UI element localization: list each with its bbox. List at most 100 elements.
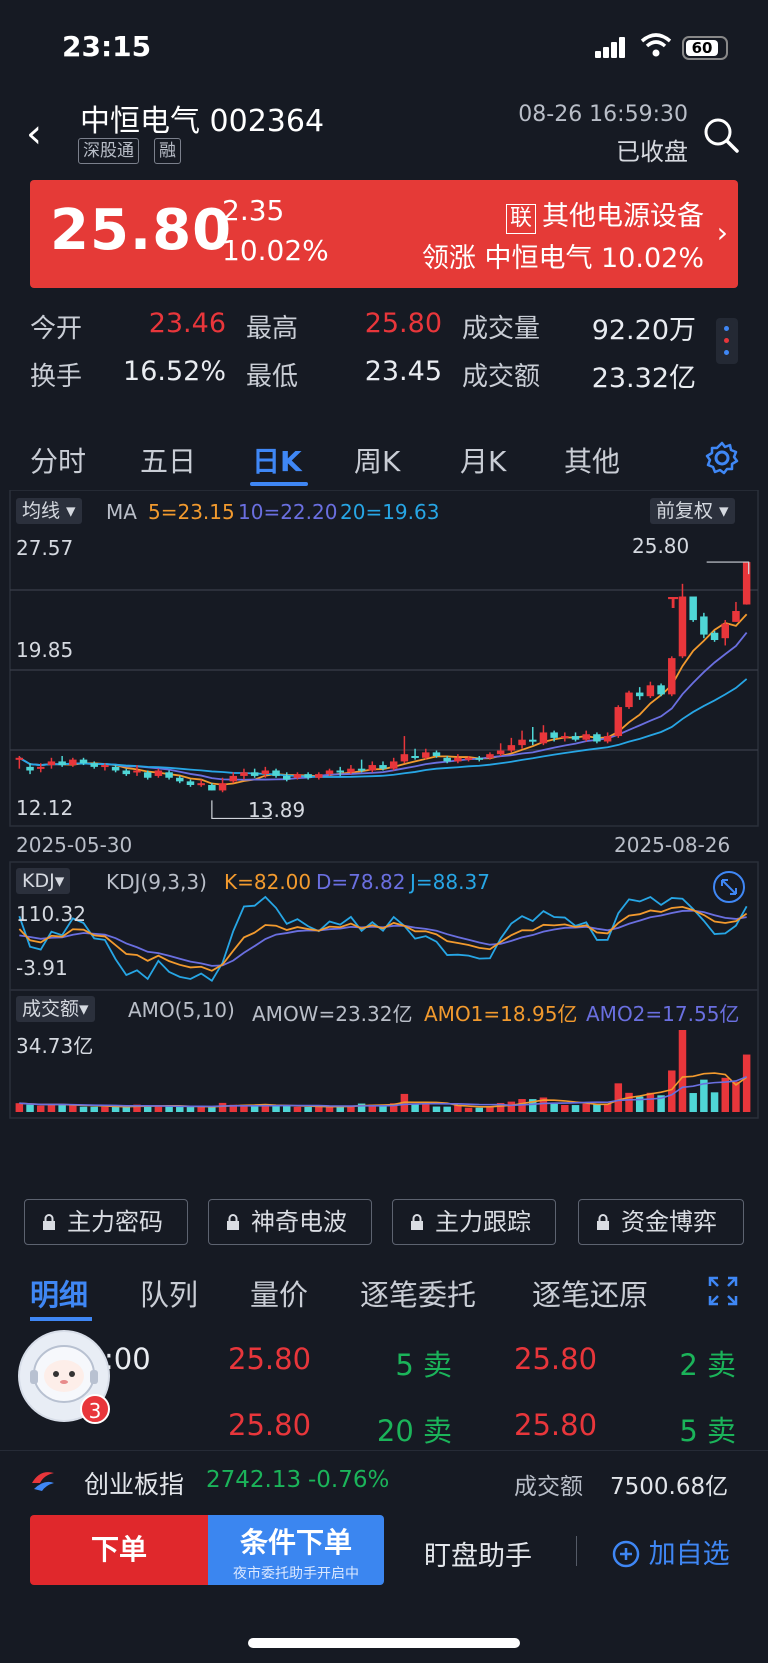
signal-icon — [595, 36, 625, 58]
candle — [432, 752, 441, 756]
tab-daily-k[interactable]: 日K — [252, 440, 302, 480]
candle — [36, 766, 45, 769]
stat-high: 25.80 — [364, 308, 442, 339]
stat-volume: 92.20万 — [591, 315, 696, 346]
candle — [668, 658, 676, 695]
status-bar: 23:15 60 — [0, 0, 768, 90]
candle — [261, 770, 270, 775]
search-icon[interactable] — [702, 116, 740, 154]
candle — [133, 770, 141, 773]
candle — [571, 736, 580, 740]
period-tabs: 分时 五日 日K 周K 月K 其他 — [0, 428, 768, 488]
gear-icon[interactable] — [704, 440, 740, 476]
stat-low: 23.45 — [364, 356, 442, 387]
kline-chart-area[interactable]: 均线 ▾ MA 5=23.15 10=22.20 20=19.63 前复权 ▾ … — [0, 489, 768, 1180]
kdj-dropdown[interactable]: KDJ▾ — [16, 868, 71, 894]
candle — [154, 770, 163, 776]
active-subtab-indicator — [30, 1317, 92, 1321]
price-banner[interactable]: 25.80 2.35 10.02% 联其他电源设备 领涨 中恒电气 10.02%… — [30, 180, 738, 288]
back-button[interactable]: ‹ — [26, 114, 42, 154]
index-ticker[interactable]: 创业板指 2742.13 -0.76% 成交额 7500.68亿 — [0, 1450, 768, 1510]
kdj-j-line — [18, 895, 748, 982]
magic-wave-button[interactable]: 神奇电波 — [208, 1199, 372, 1245]
place-order-button[interactable]: 下单 — [30, 1515, 208, 1585]
main-force-tracking-button[interactable]: 主力跟踪 — [392, 1199, 556, 1245]
index-change: -0.76% — [308, 1467, 390, 1493]
candle — [165, 772, 173, 778]
candle — [293, 774, 302, 778]
tag-margin[interactable]: 融 — [154, 138, 181, 164]
kdj-params: KDJ(9,3,3) — [106, 870, 207, 894]
amo-bar — [197, 1106, 205, 1112]
candle — [678, 596, 687, 657]
candle — [282, 775, 291, 780]
lock-icon — [411, 1214, 423, 1230]
tab-queue[interactable]: 队列 — [140, 1272, 198, 1314]
ma10-value: 10=22.20 — [238, 500, 338, 524]
amo-bar — [186, 1107, 195, 1112]
kdj-j: J=88.37 — [410, 870, 490, 894]
more-stats-icon[interactable] — [716, 318, 738, 364]
tab-other[interactable]: 其他 — [564, 440, 620, 480]
capital-game-button[interactable]: 资金博弈 — [578, 1199, 744, 1245]
lock-icon — [597, 1214, 609, 1230]
tab-five-day[interactable]: 五日 — [140, 440, 196, 480]
main-force-code-button[interactable]: 主力密码 — [24, 1199, 188, 1245]
tab-weekly-k[interactable]: 周K — [354, 440, 400, 480]
candle — [186, 781, 195, 785]
t-marker: T — [668, 594, 679, 612]
fullscreen-icon[interactable] — [708, 1276, 738, 1306]
tab-trade-replay[interactable]: 逐笔还原 — [532, 1272, 648, 1314]
tick-price: 25.80 — [514, 1342, 598, 1376]
sector-link[interactable]: 联其他电源设备 — [505, 194, 704, 234]
tab-intraday[interactable]: 分时 — [30, 440, 86, 480]
stat-open: 23.46 — [148, 308, 226, 339]
chevron-right-icon[interactable]: › — [717, 216, 728, 249]
candle — [496, 750, 505, 755]
stat-label: 换手 — [30, 362, 83, 392]
amo-bar — [208, 1107, 216, 1112]
tab-monthly-k[interactable]: 月K — [460, 440, 506, 480]
plus-circle-icon — [612, 1540, 640, 1568]
stat-label: 最高 — [246, 314, 299, 344]
candle — [176, 777, 184, 782]
amo-bar — [15, 1103, 24, 1112]
candle — [454, 757, 462, 762]
amo-bar — [571, 1105, 580, 1112]
add-watchlist-button[interactable]: 加自选 — [612, 1532, 730, 1571]
amo-dropdown[interactable]: 成交额▾ — [16, 996, 95, 1022]
adjust-dropdown[interactable]: 前复权 ▾ — [650, 498, 735, 524]
ma-dropdown[interactable]: 均线 ▾ — [16, 498, 82, 524]
stat-label: 今开 — [30, 314, 83, 344]
feature-toolbar: 主力密码 神奇电波 主力跟踪 资金博弈 — [0, 1195, 768, 1249]
amo-bar — [176, 1106, 184, 1112]
battery-icon: 60 — [682, 36, 728, 60]
y-bot-label: 12.12 — [16, 796, 74, 820]
candle — [700, 616, 708, 635]
candle — [486, 754, 494, 758]
conditional-order-button[interactable]: 条件下单 夜市委托助手开启中 — [208, 1515, 384, 1585]
sector-name: 其他电源设备 — [542, 201, 704, 232]
date-start: 2025-05-30 — [16, 833, 133, 857]
candle — [315, 774, 323, 778]
tag-hk-connect[interactable]: 深股通 — [78, 138, 139, 164]
y-top-label: 27.57 — [16, 536, 74, 560]
amo-bar — [614, 1083, 623, 1112]
amo-bar — [732, 1081, 740, 1112]
candle — [411, 755, 419, 758]
tab-details[interactable]: 明细 — [30, 1272, 88, 1314]
tick-price: 25.80 — [228, 1342, 312, 1376]
tab-volume-price[interactable]: 量价 — [250, 1272, 308, 1314]
amo-bar — [678, 1030, 687, 1112]
candle — [368, 765, 377, 771]
candle — [197, 783, 205, 786]
candle — [218, 783, 227, 791]
monitor-assistant-button[interactable]: 盯盘助手 — [424, 1534, 532, 1573]
amo-bar — [411, 1104, 419, 1112]
tab-order-by-order[interactable]: 逐笔委托 — [360, 1272, 476, 1314]
amo-bar — [668, 1070, 676, 1112]
candle — [15, 757, 24, 760]
amo-bar — [443, 1106, 451, 1112]
kdj-k: K=82.00 — [224, 870, 312, 894]
expand-icon[interactable] — [712, 870, 746, 904]
